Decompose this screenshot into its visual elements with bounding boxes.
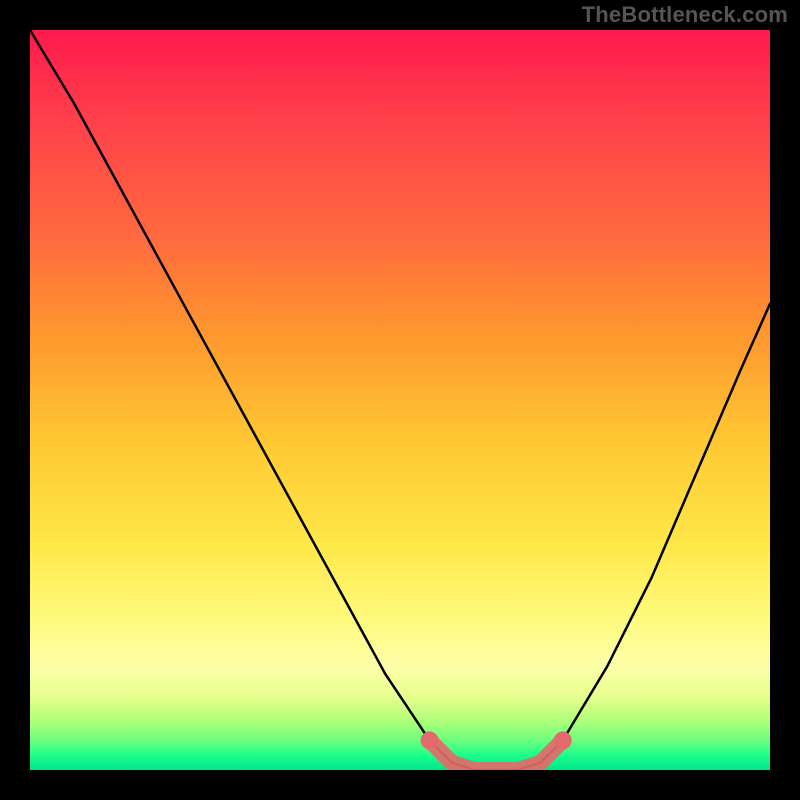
highlight-dot-right <box>554 731 572 749</box>
plot-area <box>30 30 770 770</box>
curve-layer <box>30 30 770 770</box>
chart-frame: TheBottleneck.com <box>0 0 800 800</box>
watermark-text: TheBottleneck.com <box>582 2 788 28</box>
bottleneck-curve <box>30 30 770 770</box>
highlight-band <box>430 740 563 770</box>
highlight-dot-left <box>421 731 439 749</box>
